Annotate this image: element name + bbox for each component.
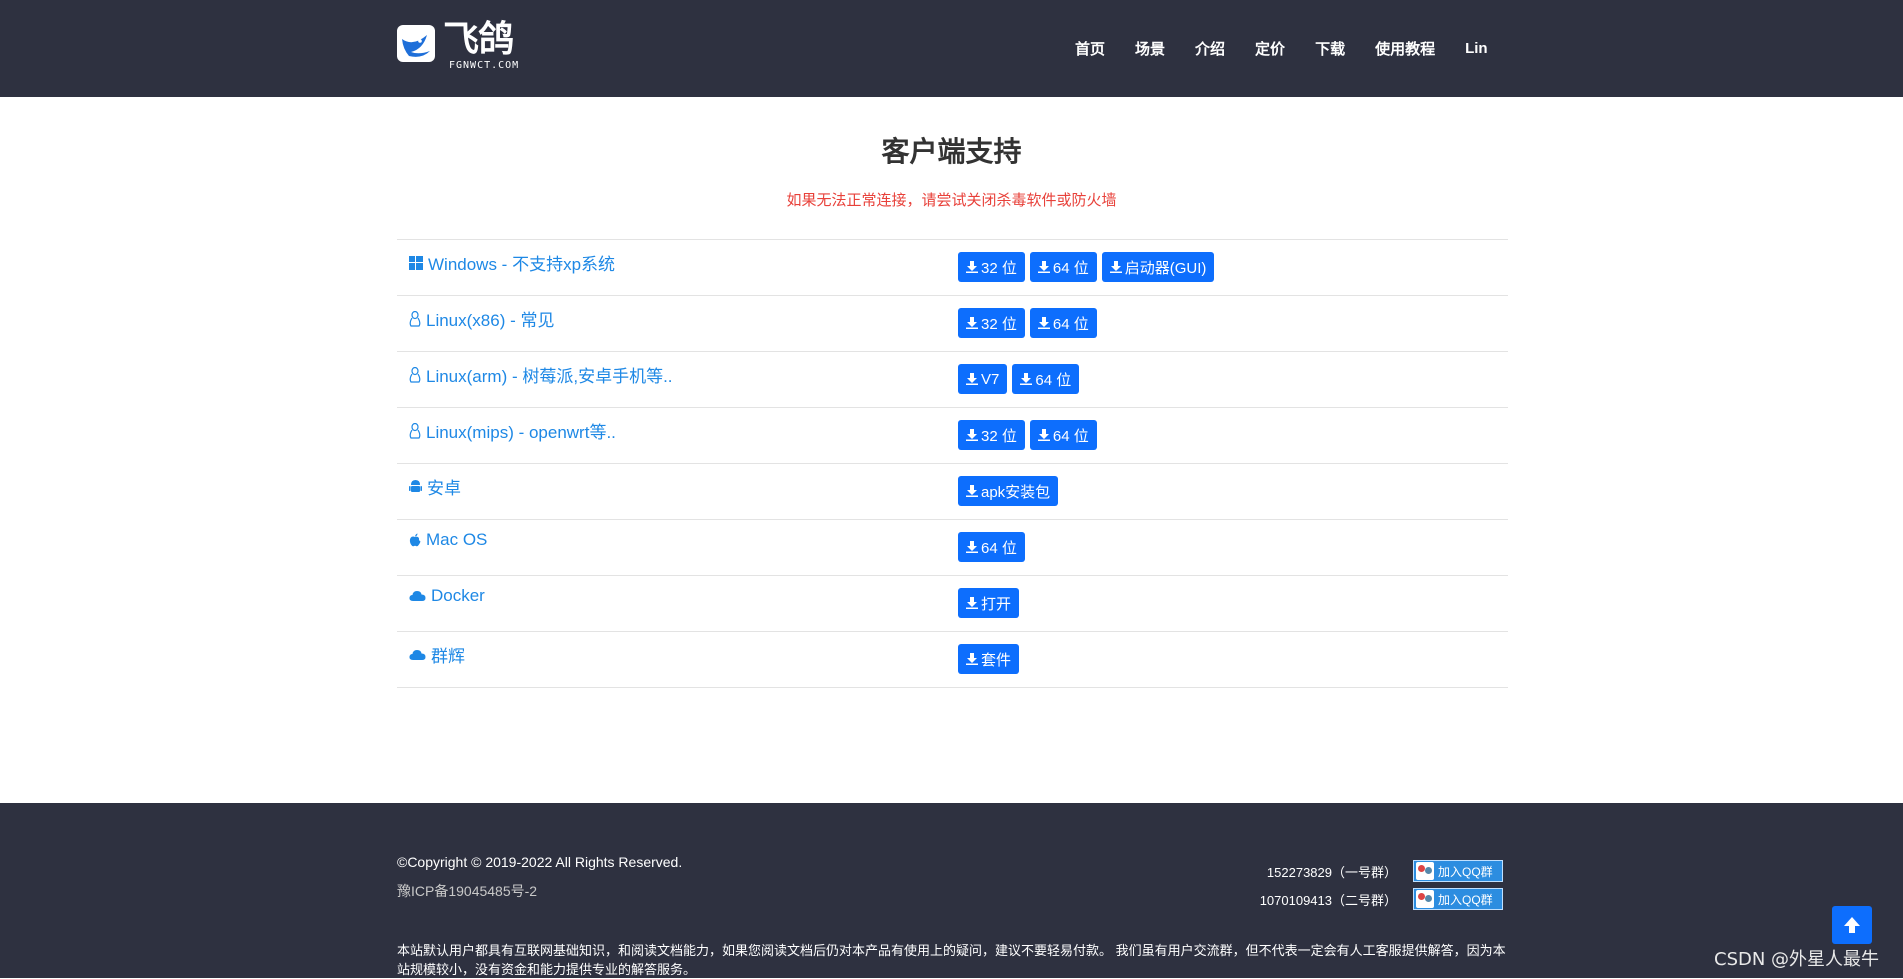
site-logo[interactable]: 飞鸽 FGNWCT.COM [397,19,537,72]
download-windows-32-button[interactable]: 32 位 [958,252,1025,282]
logo-text: 飞鸽 [443,19,514,60]
download-linux-arm-v7-button[interactable]: V7 [958,364,1008,394]
nav-download[interactable]: 下载 [1315,38,1345,59]
download-icon [966,373,978,385]
os-label: Linux(mips) - openwrt等.. [426,423,616,442]
top-navbar: 飞鸽 FGNWCT.COM 首页 场景 介绍 定价 下载 使用教程 Lin [0,0,1903,97]
os-link-linux-arm[interactable]: Linux(arm) - 树莓派,安卓手机等.. [409,362,673,387]
table-row: Windows - 不支持xp系统 32 位 64 位 启动器(GUI) [397,240,1508,296]
linux-icon [409,366,421,383]
download-linux-arm-64-button[interactable]: 64 位 [1012,364,1080,394]
docker-open-button[interactable]: 打开 [958,588,1020,618]
apple-icon [409,533,421,547]
os-label: 群辉 [431,647,465,666]
download-windows-64-button[interactable]: 64 位 [1029,252,1097,282]
table-row: Docker 打开 [397,576,1508,632]
nav-tutorial[interactable]: 使用教程 [1375,38,1435,59]
download-icon [1109,261,1122,273]
linux-icon [409,422,421,439]
os-label: Linux(arm) - 树莓派,安卓手机等.. [426,367,673,386]
os-link-android[interactable]: 安卓 [409,474,461,499]
download-icon [966,317,978,329]
scroll-to-top-button[interactable] [1832,906,1872,944]
os-label: 安卓 [427,479,461,498]
table-row: Linux(arm) - 树莓派,安卓手机等.. V7 64 位 [397,352,1508,408]
cloud-icon [409,591,426,601]
download-icon [966,541,978,553]
table-row: 安卓 apk安装包 [397,464,1508,520]
os-label: Windows - 不支持xp系统 [428,255,616,274]
os-label: Linux(x86) - 常见 [426,311,555,330]
connection-hint: 如果无法正常连接，请尝试关闭杀毒软件或防火墙 [786,192,1117,209]
download-icon [1037,317,1050,329]
arrow-up-icon [1844,917,1860,933]
qq-group-icon [1416,890,1434,908]
os-link-docker[interactable]: Docker [409,586,485,606]
download-icon [966,597,978,609]
nav-scenarios[interactable]: 场景 [1135,38,1165,59]
logo-subtext: FGNWCT.COM [449,60,520,71]
download-synology-package-button[interactable]: 套件 [958,644,1020,674]
download-icon [966,485,978,497]
os-link-synology[interactable]: 群辉 [409,642,465,667]
download-icon [1037,261,1050,273]
download-macos-64-button[interactable]: 64 位 [958,532,1025,562]
logo-bird-icon [397,25,435,62]
download-icon [966,653,978,665]
os-link-linux-x86[interactable]: Linux(x86) - 常见 [409,306,554,331]
download-icon [966,261,978,273]
os-link-windows[interactable]: Windows - 不支持xp系统 [409,250,615,275]
page-title: 客户端支持 [881,136,1022,167]
copyright-text: ©Copyright © 2019-2022 All Rights Reserv… [397,854,683,870]
download-icon [1020,373,1033,385]
download-linux-x86-32-button[interactable]: 32 位 [958,308,1025,338]
qq-group-2: 1070109413（二号群） 加入QQ群 [1260,888,1503,910]
download-linux-mips-64-button[interactable]: 64 位 [1029,420,1097,450]
windows-icon [409,255,423,270]
cloud-icon [409,649,426,660]
os-link-macos[interactable]: Mac OS [409,530,487,550]
csdn-watermark: CSDN @外星人最牛 [1714,949,1880,970]
download-icon [1037,429,1050,441]
download-linux-mips-32-button[interactable]: 32 位 [958,420,1025,450]
os-label: Mac OS [426,530,488,549]
android-icon [409,480,422,492]
icp-link[interactable]: 豫ICP备19045485号-2 [397,881,537,901]
os-label: Docker [431,586,485,605]
nav-home[interactable]: 首页 [1075,38,1105,59]
qq-group-icon [1416,862,1434,880]
main-nav: 首页 场景 介绍 定价 下载 使用教程 Lin [1060,0,1488,97]
download-windows-gui-button[interactable]: 启动器(GUI) [1101,252,1215,282]
download-android-apk-button[interactable]: apk安装包 [958,476,1059,506]
qq-group-1: 152273829（一号群） 加入QQ群 [1267,860,1503,882]
nav-pricing[interactable]: 定价 [1255,38,1285,59]
qq-group-number: 152273829（一号群） [1266,864,1397,880]
table-row: Linux(mips) - openwrt等.. 32 位 64 位 [397,408,1508,464]
os-link-linux-mips[interactable]: Linux(mips) - openwrt等.. [409,418,616,443]
footer-disclaimer: 本站默认用户都具有互联网基础知识，和阅读文档能力，如果您阅读文档后仍对本产品有使… [397,943,1506,977]
table-row: 群辉 套件 [397,632,1508,688]
nav-user[interactable]: Lin [1465,40,1488,57]
join-qq-group-1-button[interactable]: 加入QQ群 [1413,860,1503,882]
linux-icon [409,310,421,327]
nav-intro[interactable]: 介绍 [1195,38,1225,59]
download-linux-x86-64-button[interactable]: 64 位 [1029,308,1097,338]
site-footer: ©Copyright © 2019-2022 All Rights Reserv… [0,803,1903,978]
table-row: Linux(x86) - 常见 32 位 64 位 [397,296,1508,352]
table-row: Mac OS 64 位 [397,520,1508,576]
qq-group-number: 1070109413（二号群） [1259,892,1397,908]
client-download-table: Windows - 不支持xp系统 32 位 64 位 启动器(GUI) Lin… [397,239,1508,688]
join-qq-group-2-button[interactable]: 加入QQ群 [1413,888,1503,910]
download-icon [966,429,978,441]
